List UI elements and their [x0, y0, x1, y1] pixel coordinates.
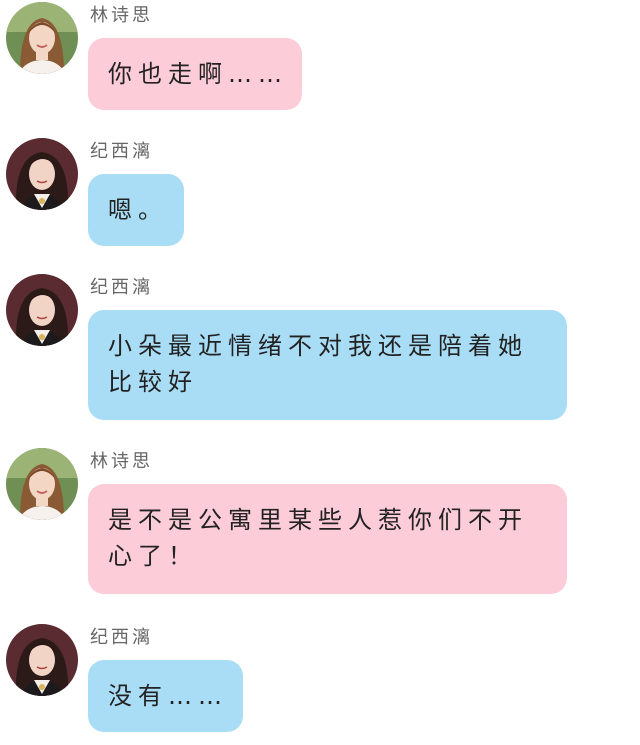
speaker-name: 纪西漓 — [90, 277, 153, 298]
lin-shisi-avatar-icon — [6, 2, 78, 74]
avatar[interactable] — [6, 2, 78, 74]
message-bubble[interactable]: 没有…… — [88, 660, 243, 732]
ji-xili-avatar-icon — [6, 274, 78, 346]
ji-xili-avatar-icon — [6, 624, 78, 696]
message-text: 小朵最近情绪不对我还是陪着她比较好 — [108, 332, 528, 396]
message-text: 是不是公寓里某些人惹你们不开心了！ — [108, 506, 528, 570]
message-bubble[interactable]: 嗯。 — [88, 174, 184, 246]
avatar[interactable] — [6, 624, 78, 696]
speaker-name: 林诗思 — [90, 451, 153, 472]
speaker-name: 纪西漓 — [90, 627, 153, 648]
avatar[interactable] — [6, 274, 78, 346]
avatar[interactable] — [6, 138, 78, 210]
speaker-name: 林诗思 — [90, 5, 153, 26]
message-text: 你也走啊…… — [108, 60, 288, 88]
message-text: 没有…… — [108, 682, 228, 710]
avatar[interactable] — [6, 448, 78, 520]
message-bubble[interactable]: 你也走啊…… — [88, 38, 302, 110]
ji-xili-avatar-icon — [6, 138, 78, 210]
speaker-name: 纪西漓 — [90, 141, 153, 162]
message-text: 嗯。 — [108, 196, 168, 224]
message-bubble[interactable]: 小朵最近情绪不对我还是陪着她比较好 — [88, 310, 567, 420]
lin-shisi-avatar-icon — [6, 448, 78, 520]
message-bubble[interactable]: 是不是公寓里某些人惹你们不开心了！ — [88, 484, 567, 594]
